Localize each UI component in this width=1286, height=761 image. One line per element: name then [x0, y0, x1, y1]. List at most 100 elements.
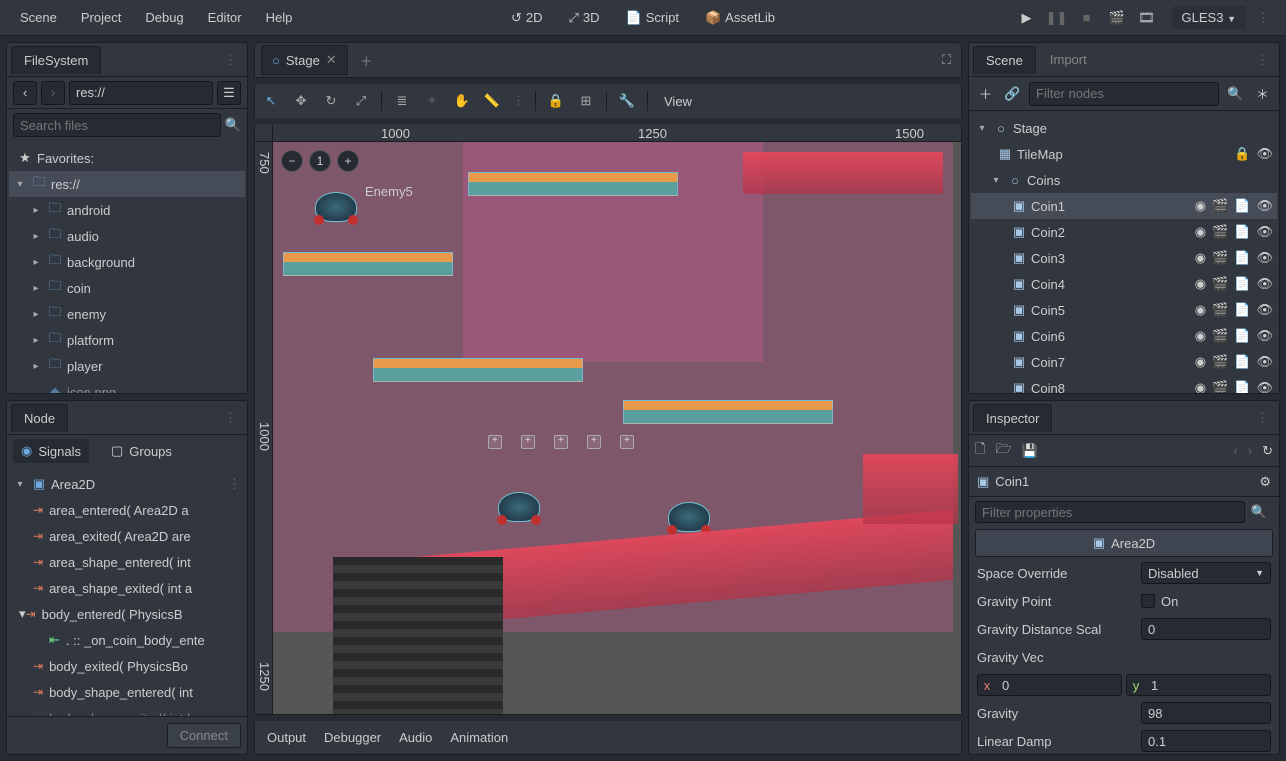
signal-indicator-icon[interactable]: ◉	[1195, 328, 1206, 344]
scene-node-coin1[interactable]: ▣Coin1◉🎬📄👁	[971, 193, 1277, 219]
script-icon[interactable]: 📄	[1234, 250, 1250, 266]
group-tool[interactable]: ⊞	[576, 91, 596, 111]
stop-button[interactable]: ■	[1076, 7, 1098, 29]
scene-node-coin6[interactable]: ▣Coin6◉🎬📄👁	[971, 323, 1277, 349]
import-dock-tab[interactable]: Import	[1038, 46, 1099, 73]
script-icon[interactable]: 📄	[1234, 302, 1250, 318]
scene-node-coin3[interactable]: ▣Coin3◉🎬📄👁	[971, 245, 1277, 271]
nav-forward-button[interactable]: ›	[41, 81, 65, 105]
folder-platform[interactable]: ▸🗀platform	[9, 327, 245, 353]
renderer-dropdown[interactable]: GLES3 ▼	[1172, 6, 1246, 29]
signal-row[interactable]: ⇥area_shape_exited( int a	[9, 575, 245, 601]
folder-audio[interactable]: ▸🗀audio	[9, 223, 245, 249]
favorites-row[interactable]: ★Favorites:	[9, 145, 245, 171]
signal-indicator-icon[interactable]: ◉	[1195, 302, 1206, 318]
add-node-button[interactable]: ＋	[975, 82, 996, 106]
scale-tool[interactable]: ⤢	[351, 91, 371, 111]
zoom-out-button[interactable]: −	[281, 150, 303, 172]
open-scene-icon[interactable]: 🎬	[1212, 276, 1228, 292]
signal-connection-row[interactable]: ⇤. :: _on_coin_body_ente	[9, 627, 245, 653]
close-tab-icon[interactable]: ✕	[326, 52, 337, 68]
history-forward-button[interactable]: ›	[1248, 443, 1252, 458]
scene-node-coin4[interactable]: ▣Coin4◉🎬📄👁	[971, 271, 1277, 297]
gravity-point-checkbox[interactable]: On	[1141, 594, 1271, 609]
folder-root[interactable]: ▾ 🗀 res://	[9, 171, 245, 197]
more-icon[interactable]: ⋮	[1252, 7, 1274, 29]
scene-node-coin2[interactable]: ▣Coin2◉🎬📄👁	[971, 219, 1277, 245]
signal-row[interactable]: ⇥area_exited( Area2D are	[9, 523, 245, 549]
open-scene-icon[interactable]: 🎬	[1212, 302, 1228, 318]
scene-node-coin7[interactable]: ▣Coin7◉🎬📄👁	[971, 349, 1277, 375]
groups-subtab[interactable]: ▢Groups	[103, 439, 180, 463]
scene-tab-stage[interactable]: ○ Stage ✕	[261, 45, 348, 75]
distraction-free-button[interactable]: ⛶	[938, 48, 955, 72]
enemy-sprite[interactable]	[498, 492, 540, 522]
history-back-button[interactable]: ‹	[1233, 443, 1237, 458]
coin-node[interactable]	[554, 435, 568, 449]
visibility-icon[interactable]: 👁	[1256, 380, 1273, 393]
folder-player[interactable]: ▸🗀player	[9, 353, 245, 379]
pause-button[interactable]: ❚❚	[1046, 7, 1068, 29]
gravity-vec-y-input[interactable]: y1	[1126, 674, 1271, 696]
panel-menu-icon[interactable]: ⋮	[218, 410, 243, 426]
search-icon[interactable]: 🔍	[225, 117, 241, 133]
visibility-icon[interactable]: 👁	[1256, 198, 1273, 214]
open-scene-icon[interactable]: 🎬	[1212, 354, 1228, 370]
folder-background[interactable]: ▸🗀background	[9, 249, 245, 275]
attach-script-button[interactable]: ＊	[1252, 82, 1273, 106]
visibility-icon[interactable]: 👁	[1256, 302, 1273, 318]
coin-node[interactable]	[587, 435, 601, 449]
menu-help[interactable]: Help	[256, 4, 303, 31]
search-icon[interactable]: 🔍	[1245, 504, 1273, 520]
menu-editor[interactable]: Editor	[198, 4, 252, 31]
signal-indicator-icon[interactable]: ◉	[1195, 354, 1206, 370]
save-resource-button[interactable]: 💾	[1022, 443, 1038, 459]
new-resource-button[interactable]: 🗋	[975, 440, 985, 462]
scene-node-coin8[interactable]: ▣Coin8◉🎬📄👁	[971, 375, 1277, 393]
signal-indicator-icon[interactable]: ◉	[1195, 380, 1206, 393]
connect-button[interactable]: Connect	[167, 723, 241, 748]
script-icon[interactable]: 📄	[1234, 198, 1250, 214]
script-icon[interactable]: 📄	[1234, 328, 1250, 344]
gravity-vec-x-input[interactable]: x0	[977, 674, 1122, 696]
signals-subtab[interactable]: ◉Signals	[13, 439, 89, 463]
script-icon[interactable]: 📄	[1234, 224, 1250, 240]
signal-indicator-icon[interactable]: ◉	[1195, 250, 1206, 266]
gravity-input[interactable]: 98	[1141, 702, 1271, 724]
visibility-icon[interactable]: 👁	[1256, 354, 1273, 370]
script-icon[interactable]: 📄	[1234, 354, 1250, 370]
folder-enemy[interactable]: ▸🗀enemy	[9, 301, 245, 327]
scene-node-coin5[interactable]: ▣Coin5◉🎬📄👁	[971, 297, 1277, 323]
search-icon[interactable]: 🔍	[1225, 82, 1246, 106]
enemy-sprite[interactable]	[668, 502, 710, 532]
object-options-button[interactable]: ⚙	[1259, 474, 1271, 490]
ruler-tool[interactable]: 📏	[482, 91, 502, 111]
inspector-tab[interactable]: Inspector	[973, 404, 1052, 432]
open-scene-icon[interactable]: 🎬	[1212, 328, 1228, 344]
signal-row[interactable]: ⇥area_shape_entered( int	[9, 549, 245, 575]
folder-coin[interactable]: ▸🗀coin	[9, 275, 245, 301]
mode-assetlib[interactable]: 📦AssetLib	[699, 6, 781, 30]
history-button[interactable]: ↻	[1262, 443, 1273, 459]
filesystem-tab[interactable]: FileSystem	[11, 46, 101, 74]
menu-scene[interactable]: Scene	[10, 4, 67, 31]
view-menu[interactable]: View	[664, 94, 692, 109]
instance-button[interactable]: 🔗	[1002, 82, 1023, 106]
signal-class-row[interactable]: ▾▣Area2D⋮	[9, 471, 245, 497]
signal-row[interactable]: ⇥body_shape_entered( int	[9, 679, 245, 705]
load-resource-button[interactable]: 🗁	[995, 440, 1011, 462]
collapse-icon[interactable]: ▾	[13, 179, 27, 190]
mode-2d[interactable]: ↺2D	[505, 6, 549, 30]
folder-android[interactable]: ▸🗀android	[9, 197, 245, 223]
gravity-distance-input[interactable]: 0	[1141, 618, 1271, 640]
move-tool[interactable]: ✥	[291, 91, 311, 111]
script-icon[interactable]: 📄	[1234, 276, 1250, 292]
open-scene-icon[interactable]: 🎬	[1212, 198, 1228, 214]
view-mode-button[interactable]: ☰	[217, 81, 241, 105]
pivot-tool[interactable]: ✦	[422, 91, 442, 111]
panel-menu-icon[interactable]: ⋮	[218, 52, 243, 68]
viewport[interactable]: 1000 1250 1500 750 1000 1250 Enemy5	[254, 124, 962, 715]
path-input[interactable]: res://	[69, 81, 213, 105]
play-button[interactable]: ▶	[1016, 7, 1038, 29]
add-tab-button[interactable]: ＋	[356, 47, 377, 74]
